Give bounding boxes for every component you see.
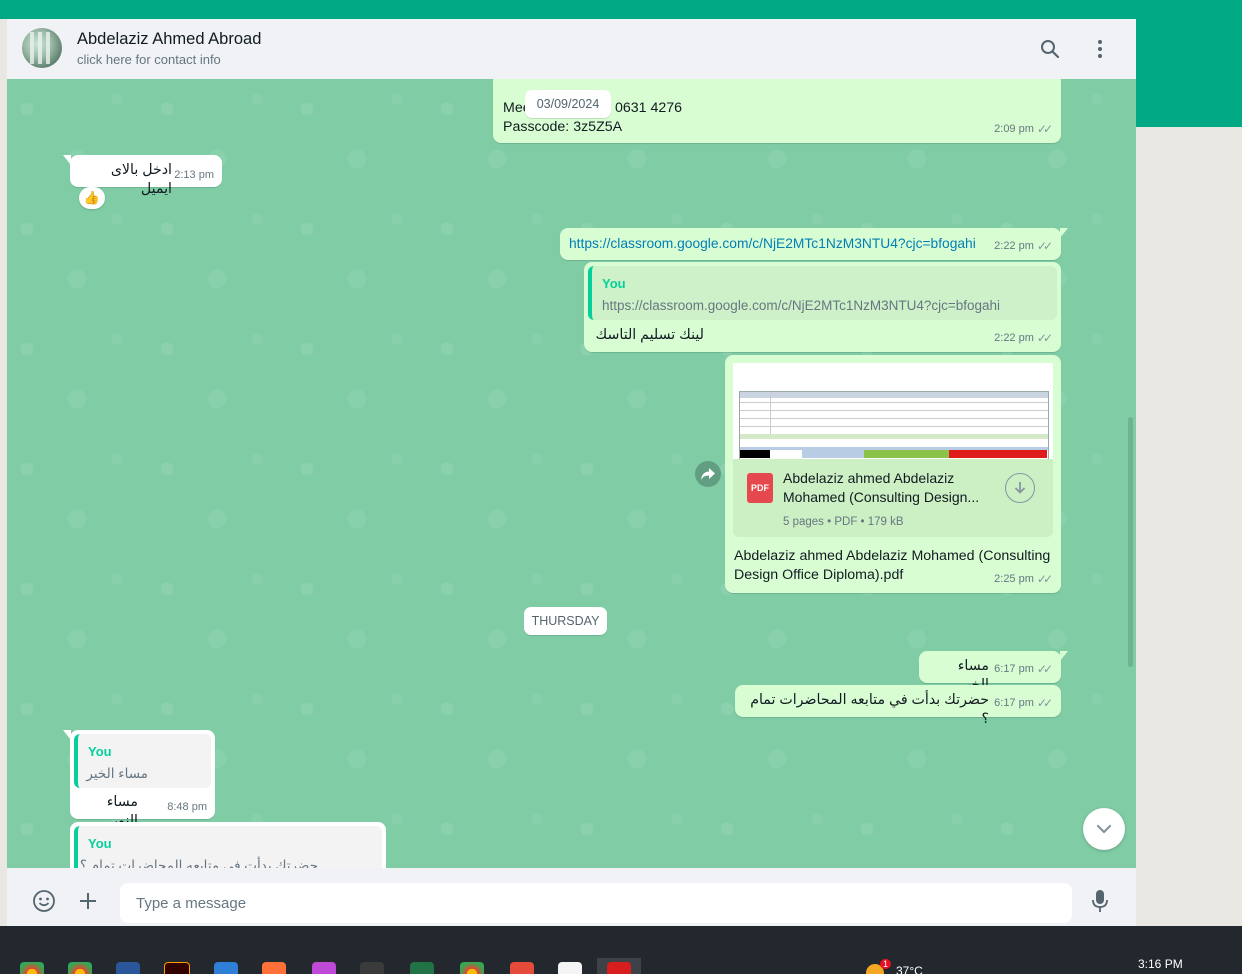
illustrator-app-icon[interactable] xyxy=(164,962,190,974)
kebab-menu-icon[interactable] xyxy=(1086,35,1114,63)
window-background xyxy=(1136,127,1242,926)
forward-icon[interactable] xyxy=(695,461,721,487)
message-bubble-outgoing[interactable]: You https://classroom.google.com/c/NjE2M… xyxy=(584,262,1061,352)
contact-avatar[interactable] xyxy=(22,28,62,68)
plus-icon[interactable] xyxy=(73,886,103,916)
message-time: 6:17 pm xyxy=(994,697,1034,709)
message-time: 6:17 pm xyxy=(994,663,1034,675)
message-time: 2:22 pm xyxy=(994,240,1034,252)
message-bubble-outgoing[interactable]: حضرتك بدأت في متابعه المحاضرات تمام ؟ 6:… xyxy=(735,685,1061,727)
quote-author: You xyxy=(88,744,112,759)
document-details: 5 pages • PDF • 179 kB xyxy=(783,516,904,528)
quote-text: https://classroom.google.com/c/NjE2MTc1N… xyxy=(602,298,1001,313)
chevron-down-icon xyxy=(1096,824,1112,834)
message-time: 8:48 pm xyxy=(167,801,207,813)
reaction-thumbs-up[interactable]: 👍 xyxy=(79,187,105,209)
pdf-file-icon: PDF xyxy=(747,473,773,503)
app-icon[interactable] xyxy=(214,962,238,974)
microphone-icon[interactable] xyxy=(1085,886,1115,916)
message-bubble-incoming[interactable]: ادخل بالاى ايميل 2:13 pm xyxy=(63,155,222,197)
app-icon[interactable] xyxy=(360,962,384,974)
message-meta: 2:13 pm xyxy=(174,166,214,185)
quote-author: You xyxy=(602,276,626,291)
app-icon[interactable] xyxy=(510,962,534,974)
firefox-app-icon[interactable] xyxy=(262,962,286,974)
app-icon[interactable] xyxy=(312,962,336,974)
chrome-app-icon[interactable] xyxy=(460,962,484,974)
message-bubble-outgoing[interactable]: https://classroom.google.com/c/NjE2MTc1N… xyxy=(560,228,1068,260)
smiley-icon[interactable] xyxy=(29,886,59,916)
contact-info-hint[interactable]: click here for contact info xyxy=(77,52,221,67)
message-meta: 6:17 pm ✓✓ xyxy=(994,694,1053,713)
message-text: 0631 4276 xyxy=(615,100,683,116)
notification-count-badge: 1 xyxy=(880,959,892,969)
message-meta: 2:09 pm ✓✓ xyxy=(994,120,1053,139)
delivered-ticks-icon: ✓✓ xyxy=(1036,696,1053,710)
quote-text: مساء الخير xyxy=(86,766,148,781)
message-time: 2:13 pm xyxy=(174,169,214,181)
scroll-to-bottom-button[interactable] xyxy=(1083,808,1125,850)
message-bubble-outgoing[interactable]: مساء الخير 6:17 pm ✓✓ xyxy=(919,651,1068,693)
message-time: 2:22 pm xyxy=(994,332,1034,344)
delivered-ticks-icon: ✓✓ xyxy=(1036,331,1053,345)
acrobat-reader-app-icon[interactable] xyxy=(558,962,582,974)
quoted-message[interactable]: You حضرتك بدأت في متابعه المحاضرات تمام … xyxy=(74,826,382,868)
delivered-ticks-icon: ✓✓ xyxy=(1036,122,1053,136)
window-left-edge xyxy=(0,19,7,934)
message-text: Passcode: 3z5Z5A xyxy=(503,119,623,135)
message-bubble-incoming[interactable]: You حضرتك بدأت في متابعه المحاضرات تمام … xyxy=(70,822,386,868)
message-time: 2:09 pm xyxy=(994,123,1034,135)
message-meta: 2:22 pm ✓✓ xyxy=(994,329,1053,348)
message-link[interactable]: https://classroom.google.com/c/NjE2MTc1N… xyxy=(569,234,976,253)
day-separator: THURSDAY xyxy=(524,607,607,635)
message-meta: 2:25 pm ✓✓ xyxy=(994,570,1053,589)
word-app-icon[interactable] xyxy=(116,962,140,974)
contact-name[interactable]: Abdelaziz Ahmed Abroad xyxy=(77,30,261,49)
delivered-ticks-icon: ✓✓ xyxy=(1036,662,1053,676)
message-bubble-incoming[interactable]: You مساء الخير مساء النور 8:48 pm xyxy=(63,730,215,829)
document-name: Abdelaziz ahmed Abdelaziz Mohamed (Consu… xyxy=(783,470,980,505)
message-time: 2:25 pm xyxy=(994,573,1034,585)
windows-taskbar: 1 37°C 3:16 PM xyxy=(0,926,1242,974)
search-icon[interactable] xyxy=(1036,35,1064,63)
document-message[interactable]: PDF Abdelaziz ahmed Abdelaziz Mohamed (C… xyxy=(725,355,1061,593)
sticky-date-badge: 03/09/2024 xyxy=(525,90,611,118)
chat-header[interactable]: Abdelaziz Ahmed Abroad click here for co… xyxy=(7,19,1136,79)
app-top-strip xyxy=(0,0,1242,19)
message-meta: 8:48 pm xyxy=(167,798,207,817)
quote-author: You xyxy=(88,836,112,851)
quoted-message[interactable]: You مساء الخير xyxy=(74,734,211,788)
message-composer xyxy=(7,868,1136,934)
document-info-card[interactable]: PDF Abdelaziz ahmed Abdelaziz Mohamed (C… xyxy=(733,459,1053,537)
whatsapp-chat-window: Abdelaziz Ahmed Abroad click here for co… xyxy=(7,19,1136,934)
download-icon[interactable] xyxy=(1005,473,1035,503)
message-input[interactable] xyxy=(120,883,1072,923)
message-text: لينك تسليم التاسك xyxy=(595,327,704,343)
weather-temperature[interactable]: 37°C xyxy=(896,964,923,974)
delivered-ticks-icon: ✓✓ xyxy=(1036,572,1053,586)
window-accent-band xyxy=(1136,19,1242,127)
delivered-ticks-icon: ✓✓ xyxy=(1036,239,1053,253)
document-preview-thumbnail[interactable] xyxy=(733,363,1053,459)
message-meta: 6:17 pm ✓✓ xyxy=(994,660,1053,679)
message-text: حضرتك بدأت في متابعه المحاضرات تمام ؟ xyxy=(750,692,989,727)
excel-app-icon[interactable] xyxy=(410,962,434,974)
quote-text: حضرتك بدأت في متابعه المحاضرات تمام ؟ xyxy=(79,858,318,868)
scrollbar-thumb[interactable] xyxy=(1128,417,1133,667)
acrobat-app-icon[interactable] xyxy=(607,962,631,974)
chrome-app-icon[interactable] xyxy=(68,962,92,974)
message-meta: 2:22 pm ✓✓ xyxy=(994,237,1053,256)
quoted-message[interactable]: You https://classroom.google.com/c/NjE2M… xyxy=(588,266,1057,320)
message-list[interactable]: Mee 0631 4276 Passcode: 3z5Z5A 2:09 pm ✓… xyxy=(7,79,1136,868)
chrome-app-icon[interactable] xyxy=(20,962,44,974)
taskbar-clock[interactable]: 3:16 PM xyxy=(1138,957,1183,971)
